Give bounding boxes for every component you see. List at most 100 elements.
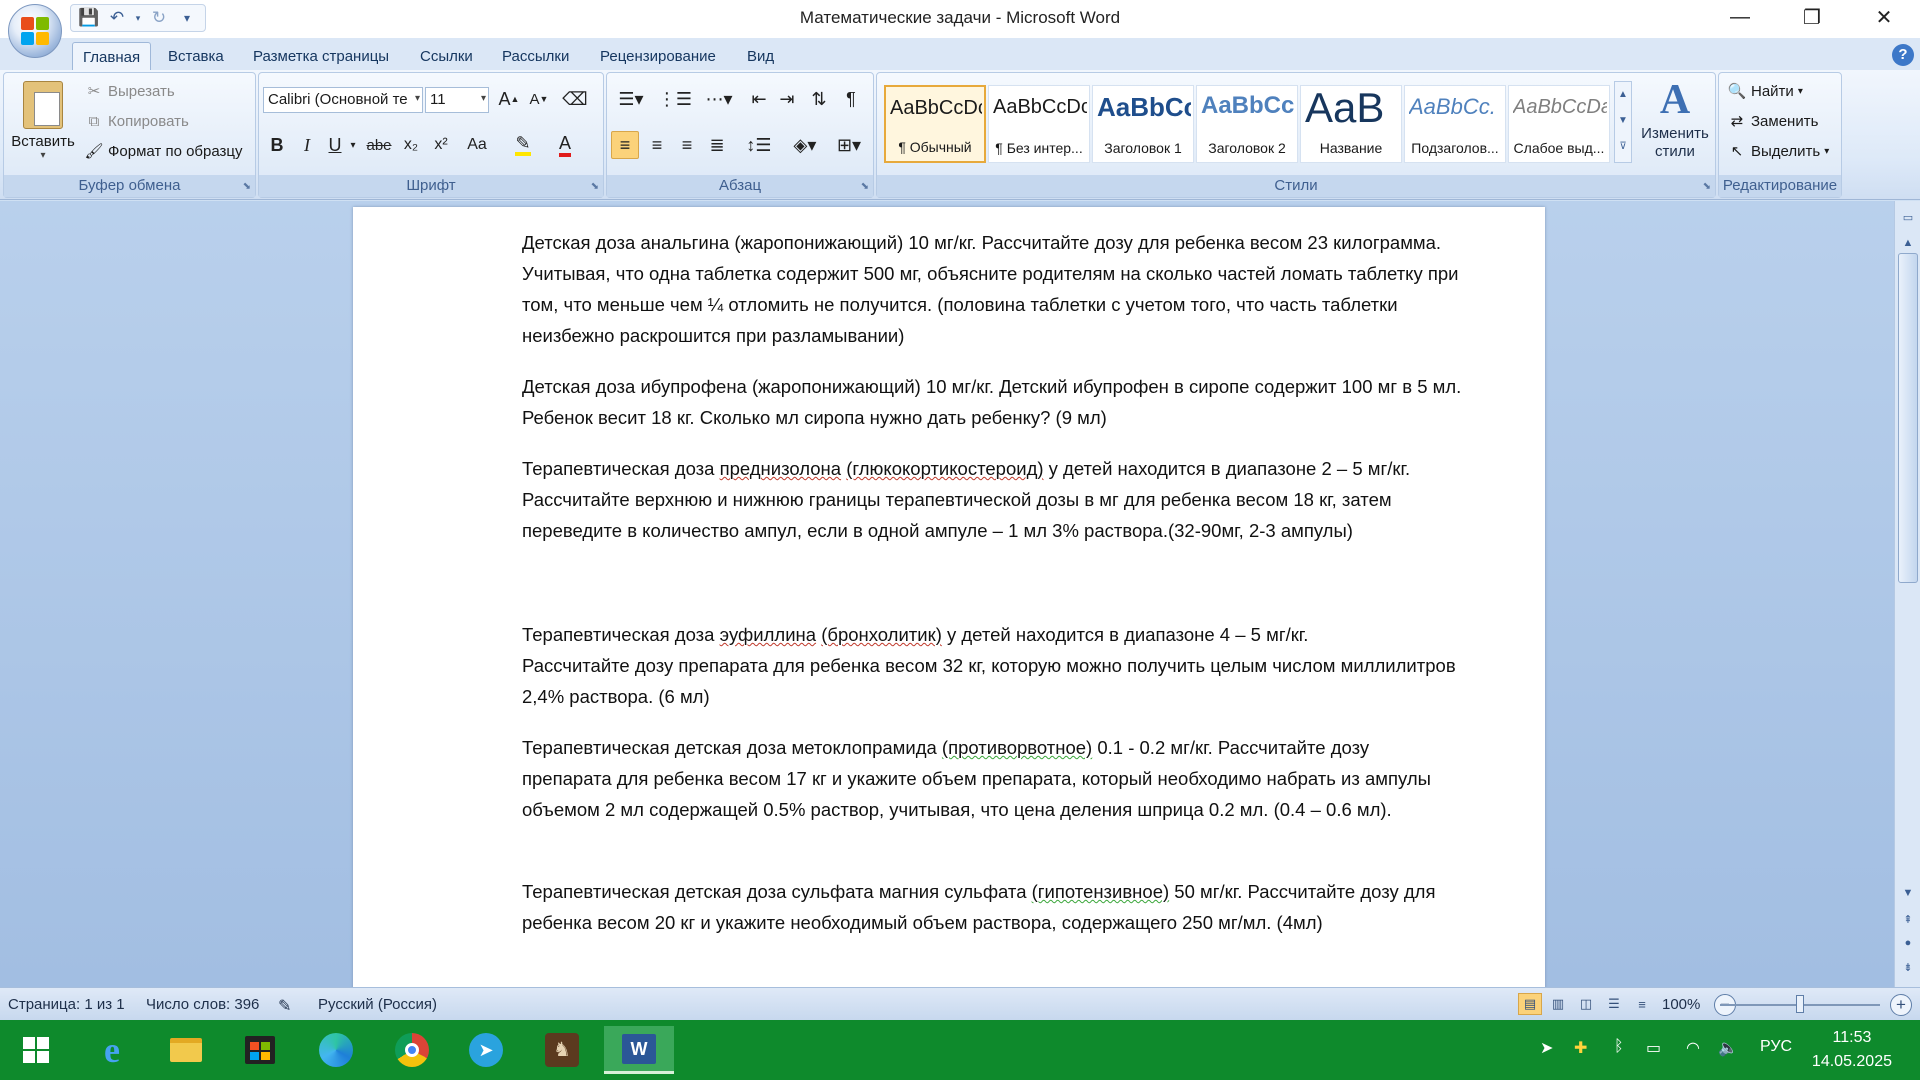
bold-button[interactable]: B	[263, 131, 291, 159]
previous-page-icon[interactable]: ⇞	[1895, 913, 1920, 926]
style-subtle-emphasis[interactable]: AaBbCcDa Слабое выд...	[1508, 85, 1610, 163]
scroll-thumb[interactable]	[1898, 253, 1918, 583]
grow-font-button[interactable]: A ▲	[495, 85, 523, 113]
game-app-icon[interactable]: ♞	[534, 1026, 590, 1074]
input-language[interactable]: РУС	[1760, 1038, 1792, 1056]
next-page-icon[interactable]: ⇟	[1895, 961, 1920, 974]
web-layout-icon[interactable]: ◫	[1574, 993, 1598, 1015]
format-painter-button[interactable]: 🖌 Формат по образцу	[84, 141, 242, 161]
window-title: Математические задачи - Microsoft Word	[799, 8, 1121, 27]
internet-explorer-icon[interactable]: e	[84, 1026, 140, 1074]
tab-home[interactable]: Главная	[72, 42, 152, 70]
align-center-icon[interactable]: ≡	[643, 131, 671, 159]
word-count[interactable]: Число слов: 396	[146, 996, 259, 1013]
justify-icon[interactable]: ≣	[703, 131, 731, 159]
minimize-button[interactable]: —	[1704, 0, 1776, 34]
clear-formatting-icon[interactable]: ⌫	[561, 85, 589, 113]
ruler-toggle-icon[interactable]: ▭	[1895, 211, 1920, 224]
change-styles-button[interactable]: A Изменить стили	[1635, 75, 1715, 175]
highlight-color-icon[interactable]: ✎	[509, 131, 537, 159]
shading-icon[interactable]: ◈▾	[785, 131, 825, 159]
underline-dropdown-icon[interactable]: ▾	[347, 131, 359, 159]
styles-gallery-scroll[interactable]: ▲ ▼ ⊽	[1614, 81, 1632, 163]
bluetooth-icon[interactable]: ᛒ	[1614, 1038, 1624, 1056]
italic-button[interactable]: I	[293, 131, 321, 159]
outline-icon[interactable]: ☰	[1602, 993, 1626, 1015]
zoom-in-icon[interactable]: +	[1890, 994, 1912, 1016]
file-explorer-icon[interactable]	[158, 1026, 214, 1074]
telegram-tray-icon[interactable]: ➤	[1540, 1038, 1553, 1058]
strikethrough-button[interactable]: abe	[363, 131, 395, 159]
dialog-launcher-icon[interactable]: ⬊	[243, 181, 251, 192]
style-heading-1[interactable]: AaBbCc Заголовок 1	[1092, 85, 1194, 163]
superscript-button[interactable]: x²	[427, 131, 455, 159]
wifi-icon[interactable]: ◠	[1686, 1038, 1700, 1058]
windows-start-icon[interactable]	[8, 1026, 64, 1074]
numbering-icon[interactable]: ⋮☰	[655, 85, 695, 113]
style-title[interactable]: AaB Название	[1300, 84, 1402, 163]
change-case-button[interactable]: Aa	[459, 131, 495, 159]
draft-icon[interactable]: ≡	[1630, 993, 1654, 1015]
zoom-level[interactable]: 100%	[1662, 996, 1700, 1013]
language-indicator[interactable]: Русский (Россия)	[318, 996, 437, 1013]
edge-browser-icon[interactable]	[308, 1026, 364, 1074]
cut-button[interactable]: ✂ Вырезать	[84, 81, 175, 101]
tab-page-layout[interactable]: Разметка страницы	[243, 42, 399, 70]
tab-references[interactable]: Ссылки	[410, 42, 483, 70]
office-button[interactable]	[8, 4, 62, 58]
telegram-icon[interactable]: ➤	[458, 1026, 514, 1074]
proofing-icon[interactable]: ✎	[278, 996, 291, 1016]
word-taskbar-icon[interactable]: W	[604, 1026, 674, 1074]
multilevel-list-icon[interactable]: ⋯▾	[699, 85, 739, 113]
align-left-icon[interactable]: ≡	[611, 131, 639, 159]
font-size-select[interactable]: 11 ▾	[425, 87, 489, 113]
print-layout-icon[interactable]: ▤	[1518, 993, 1542, 1015]
document-page[interactable]: Детская доза анальгина (жаропонижающий) …	[353, 207, 1545, 987]
dialog-launcher-icon[interactable]: ⬊	[861, 181, 869, 192]
page-count[interactable]: Страница: 1 из 1	[8, 996, 125, 1013]
tab-review[interactable]: Рецензирование	[590, 42, 726, 70]
dialog-launcher-icon[interactable]: ⬊	[1703, 181, 1711, 192]
help-icon[interactable]: ?	[1892, 44, 1914, 66]
scroll-down-icon[interactable]: ▼	[1895, 887, 1920, 899]
scroll-up-icon[interactable]: ▲	[1895, 237, 1920, 249]
align-right-icon[interactable]: ≡	[673, 131, 701, 159]
chrome-browser-icon[interactable]	[384, 1026, 440, 1074]
style-no-spacing[interactable]: AaBbCcDc ¶ Без интер...	[988, 85, 1090, 163]
line-spacing-icon[interactable]: ↕☰	[739, 131, 779, 159]
zoom-slider-thumb[interactable]	[1796, 995, 1804, 1013]
tab-view[interactable]: Вид	[737, 42, 784, 70]
security-tray-icon[interactable]: ✚	[1574, 1038, 1587, 1058]
paste-button[interactable]: Вставить ▾	[10, 77, 76, 173]
volume-icon[interactable]: 🔈	[1718, 1038, 1738, 1058]
copy-button[interactable]: ⧉ Копировать	[84, 111, 189, 131]
bullets-icon[interactable]: ☰▾	[611, 85, 651, 113]
maximize-button[interactable]: ❐	[1776, 0, 1848, 34]
select-button[interactable]: ↖ Выделить ▾	[1727, 141, 1830, 161]
sort-icon[interactable]: ⇅	[805, 85, 833, 113]
font-name-select[interactable]: Calibri (Основной те ▾	[263, 87, 423, 113]
find-button[interactable]: 🔍 Найти ▾	[1727, 81, 1803, 101]
borders-icon[interactable]: ⊞▾	[829, 131, 869, 159]
tab-mailings[interactable]: Рассылки	[492, 42, 579, 70]
clock[interactable]: 11:53 14.05.2025	[1812, 1026, 1892, 1074]
full-screen-reading-icon[interactable]: ▥	[1546, 993, 1570, 1015]
close-button[interactable]: ✕	[1848, 0, 1920, 34]
underline-button[interactable]: U	[321, 131, 349, 159]
tab-insert[interactable]: Вставка	[158, 42, 234, 70]
decrease-indent-icon[interactable]: ⇤	[745, 85, 773, 113]
vertical-scrollbar[interactable]: ▭ ▲ ▼ ⇞ ● ⇟	[1894, 201, 1920, 987]
subscript-button[interactable]: x₂	[397, 131, 425, 159]
style-normal[interactable]: AaBbCcDc ¶ Обычный	[884, 85, 986, 163]
battery-icon[interactable]: ▭	[1646, 1038, 1661, 1058]
select-browse-object-icon[interactable]: ●	[1895, 937, 1920, 949]
style-subtitle[interactable]: AaBbCc. Подзаголов...	[1404, 85, 1506, 163]
replace-button[interactable]: ⇄ Заменить	[1727, 111, 1819, 131]
shrink-font-button[interactable]: A ▼	[525, 85, 553, 113]
dialog-launcher-icon[interactable]: ⬊	[591, 181, 599, 192]
show-formatting-icon[interactable]: ¶	[837, 85, 865, 113]
font-color-icon[interactable]: A	[551, 131, 579, 159]
style-heading-2[interactable]: AaBbCc Заголовок 2	[1196, 85, 1298, 163]
microsoft-store-icon[interactable]	[232, 1026, 288, 1074]
increase-indent-icon[interactable]: ⇥	[773, 85, 801, 113]
